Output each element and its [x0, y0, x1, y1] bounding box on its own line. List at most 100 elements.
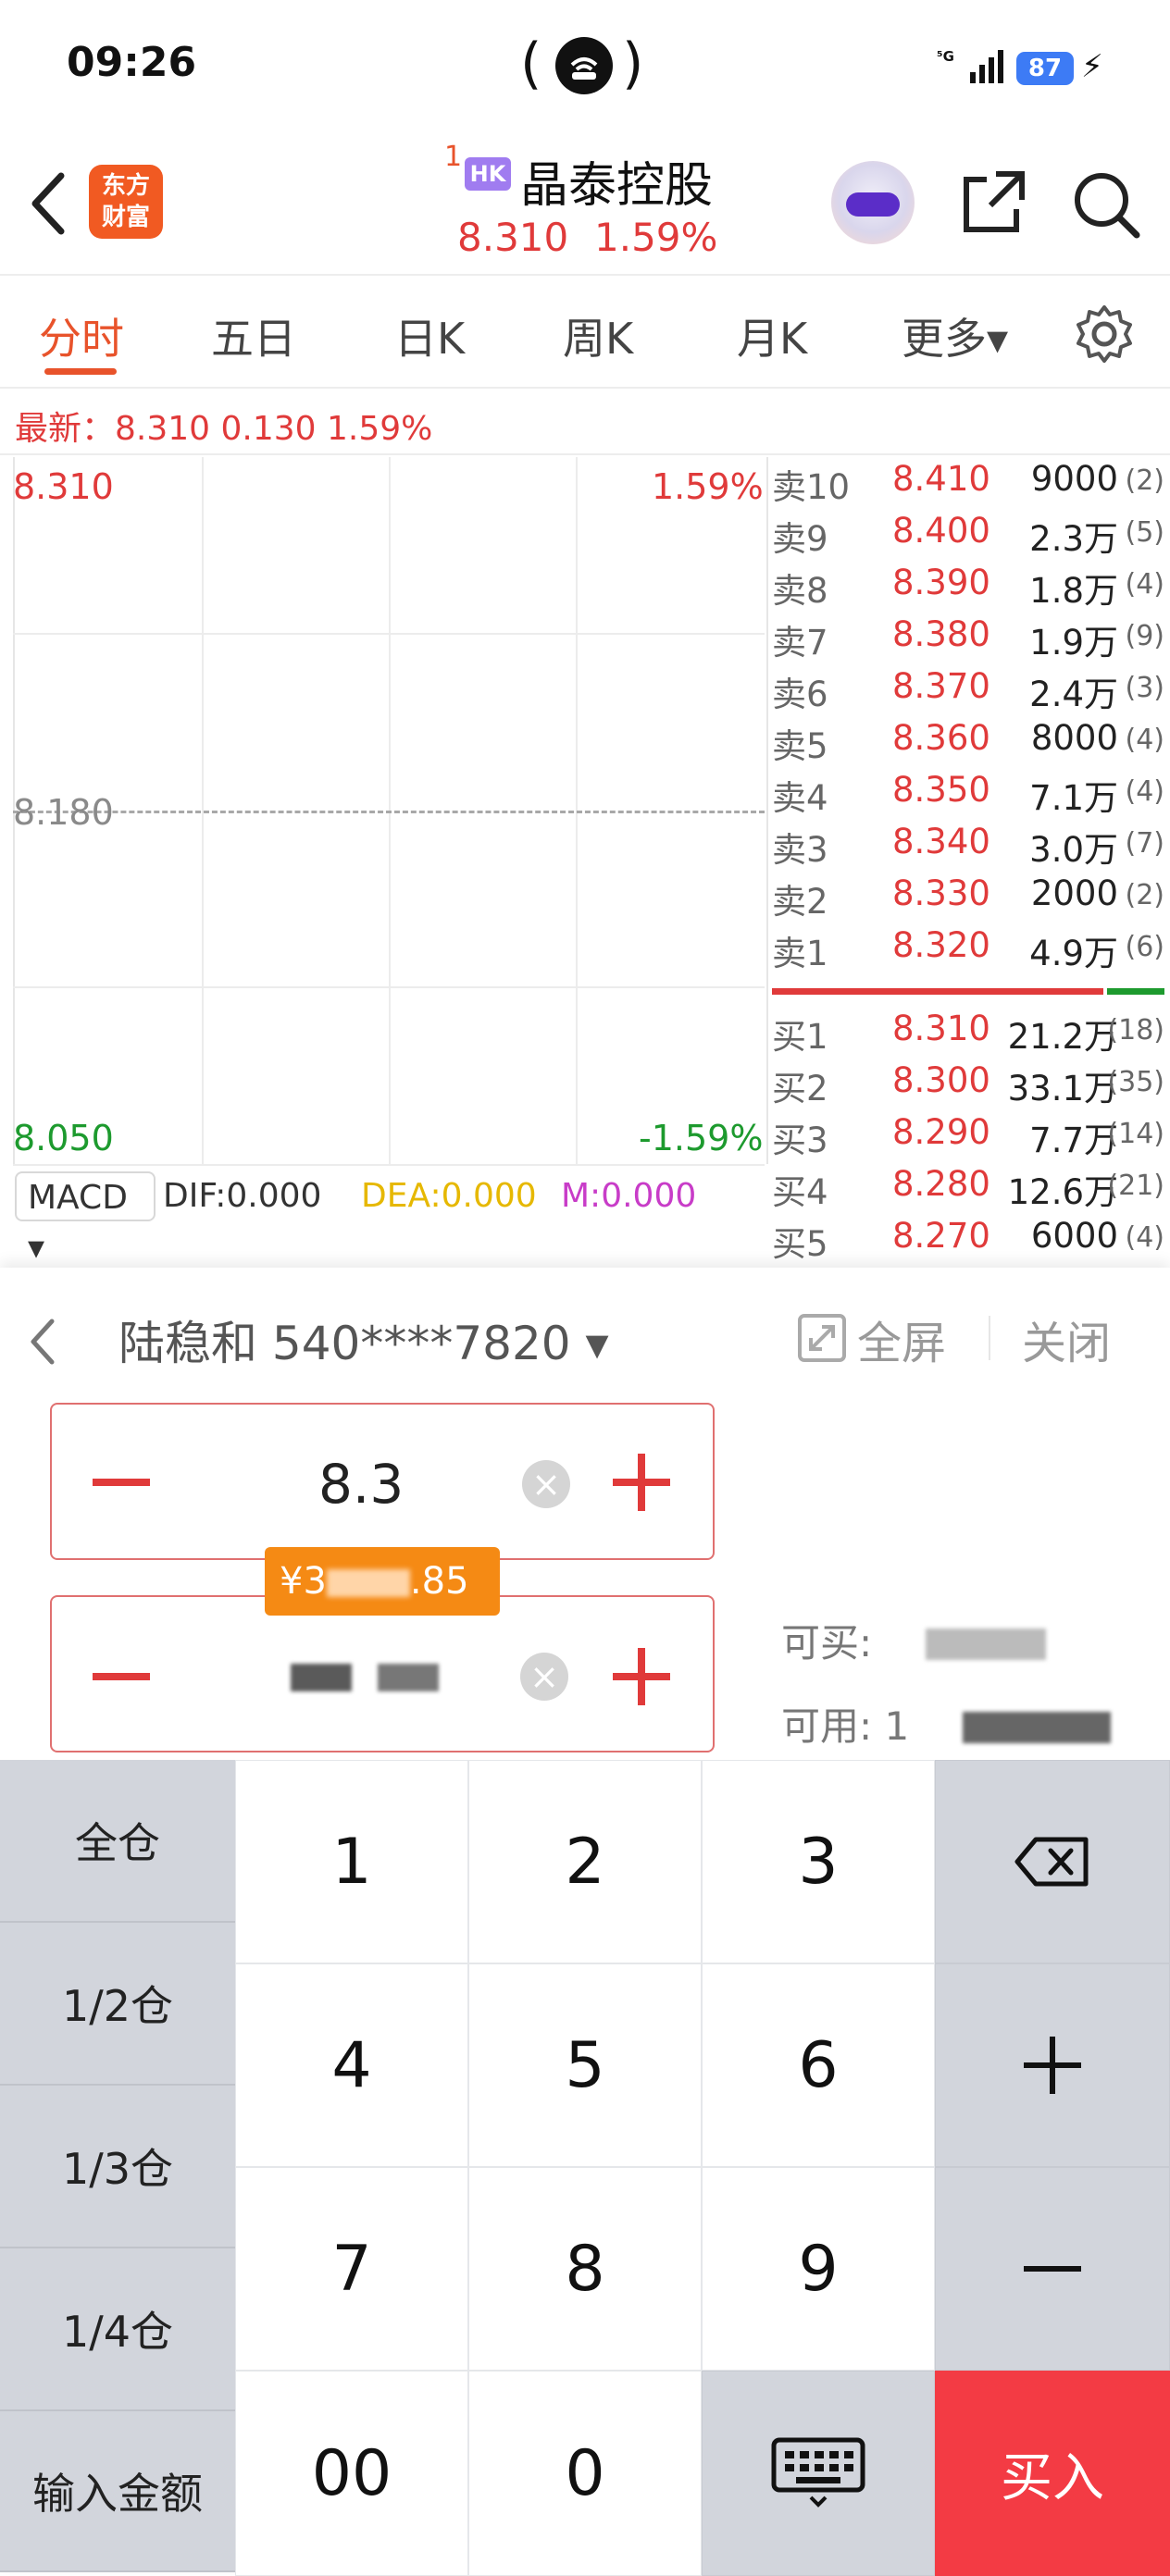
tab-more[interactable]: 更多▾: [902, 305, 1008, 366]
ask-row[interactable]: 卖5 8.360 8000 (4): [772, 718, 1170, 770]
bid-row[interactable]: 买4 8.280 12.6万 (21): [772, 1164, 1170, 1216]
enter-amount-key[interactable]: 输入金额: [0, 2411, 235, 2572]
plus-key-icon[interactable]: [935, 1963, 1170, 2167]
can-buy-label: 可买:: [781, 1620, 873, 1666]
key-6[interactable]: 6: [702, 1963, 935, 2167]
clear-price-icon[interactable]: ×: [522, 1460, 570, 1508]
chart-top-divider: [0, 453, 1170, 455]
bid-volume: 12.6万: [1007, 1172, 1118, 1212]
available-redacted: [963, 1712, 1111, 1743]
bid-row[interactable]: 买3 8.290 7.7万 (14): [772, 1112, 1170, 1164]
key-1[interactable]: 1: [235, 1760, 468, 1963]
ask-row[interactable]: 卖8 8.390 1.8万 (4): [772, 563, 1170, 614]
amount-prefix: ¥3: [280, 1560, 327, 1603]
key-3[interactable]: 3: [702, 1760, 935, 1963]
chart-gridline: [13, 986, 765, 988]
ask-row[interactable]: 卖10 8.410 9000 (2): [772, 459, 1170, 511]
available-label: 可用: 1: [781, 1703, 910, 1749]
tab-five-day[interactable]: 五日: [211, 305, 296, 366]
ask-count: (4): [1125, 724, 1165, 756]
ask-count: (4): [1125, 775, 1165, 808]
key-00[interactable]: 00: [235, 2371, 468, 2576]
ask-count: (3): [1125, 672, 1165, 704]
price-input[interactable]: 8.3: [318, 1453, 404, 1516]
app-logo: 东方 财富: [89, 165, 163, 239]
ask-label: 卖5: [772, 726, 828, 766]
keyboard-switch-icon[interactable]: [702, 2371, 935, 2576]
minus-key-icon[interactable]: [935, 2167, 1170, 2371]
chart-bottom-price: 8.050: [13, 1118, 114, 1158]
bid-count: (14): [1107, 1118, 1164, 1150]
bid-row[interactable]: 买2 8.300 33.1万 (35): [772, 1060, 1170, 1112]
key-9[interactable]: 9: [702, 2167, 935, 2371]
bid-label: 买3: [772, 1121, 828, 1160]
quarter-position-key[interactable]: 1/4仓: [0, 2248, 235, 2411]
ask-row[interactable]: 卖9 8.400 2.3万 (5): [772, 511, 1170, 563]
ask-row[interactable]: 卖3 8.340 3.0万 (7): [772, 822, 1170, 873]
fullscreen-button[interactable]: 全屏: [857, 1307, 946, 1371]
ask-price: 8.410: [892, 459, 990, 499]
panel-back-icon[interactable]: [24, 1314, 61, 1373]
chart-gridline: [13, 1164, 765, 1166]
ask-label: 卖9: [772, 519, 828, 559]
ask-label: 卖6: [772, 675, 828, 714]
account-selector[interactable]: 陆稳和 540****7820 ▾: [118, 1307, 609, 1373]
amount-redacted: [326, 1569, 410, 1597]
back-icon[interactable]: [24, 167, 70, 244]
ask-label: 卖4: [772, 778, 828, 818]
third-position-key[interactable]: 1/3仓: [0, 2086, 235, 2248]
key-8[interactable]: 8: [468, 2167, 702, 2371]
ask-row[interactable]: 卖2 8.330 2000 (2): [772, 873, 1170, 925]
search-icon[interactable]: [1070, 168, 1144, 246]
key-5[interactable]: 5: [468, 1963, 702, 2167]
quantity-decrease-icon[interactable]: [93, 1673, 150, 1680]
tab-monthly-k[interactable]: 月K: [737, 305, 807, 366]
header-change-pct: 1.59%: [594, 215, 718, 260]
bid-row[interactable]: 买5 8.270 6000 (4): [772, 1216, 1170, 1268]
gear-icon[interactable]: [1072, 302, 1137, 370]
ask-volume: 3.0万: [1029, 830, 1118, 870]
bid-volume: 7.7万: [1029, 1121, 1118, 1160]
bid-count: (4): [1125, 1221, 1165, 1254]
half-position-key[interactable]: 1/2仓: [0, 1923, 235, 2086]
share-icon[interactable]: [959, 167, 1029, 241]
tab-weekly-k[interactable]: 周K: [563, 305, 633, 366]
full-position-key[interactable]: 全仓: [0, 1760, 235, 1923]
ask-row[interactable]: 卖4 8.350 7.1万 (4): [772, 770, 1170, 822]
ask-row[interactable]: 卖6 8.370 2.4万 (3): [772, 666, 1170, 718]
quantity-redacted: [291, 1664, 352, 1691]
price-decrease-icon[interactable]: [93, 1479, 150, 1486]
key-0[interactable]: 0: [468, 2371, 702, 2576]
bid-row[interactable]: 买1 8.310 21.2万 (18): [772, 1009, 1170, 1060]
close-button[interactable]: 关闭: [1022, 1307, 1111, 1371]
tab-daily-k[interactable]: 日K: [394, 305, 465, 366]
buy-button[interactable]: 买入: [935, 2371, 1170, 2576]
ask-volume: 1.9万: [1029, 623, 1118, 663]
island-left-bracket: (: [520, 31, 542, 96]
ask-volume: 9000: [1030, 459, 1118, 499]
ask-count: (9): [1125, 620, 1165, 652]
macd-dea: DEA:0.000: [361, 1177, 537, 1215]
bid-price: 8.290: [892, 1112, 990, 1152]
ask-label: 卖1: [772, 934, 828, 973]
stock-name[interactable]: 晶泰控股: [520, 146, 713, 216]
price-increase-icon-vertical: [638, 1454, 645, 1511]
clear-quantity-icon[interactable]: ×: [520, 1653, 568, 1701]
bid-count: (35): [1107, 1066, 1164, 1098]
tab-intraday[interactable]: 分时: [39, 305, 124, 366]
logo-line-2: 财富: [101, 204, 150, 231]
ask-row[interactable]: 卖1 8.320 4.9万 (6): [772, 925, 1170, 977]
indicator-selector[interactable]: MACD ▾: [15, 1171, 156, 1267]
key-2[interactable]: 2: [468, 1760, 702, 1963]
key-7[interactable]: 7: [235, 2167, 468, 2371]
ask-row[interactable]: 卖7 8.380 1.9万 (9): [772, 614, 1170, 666]
bid-count: (18): [1107, 1014, 1164, 1046]
bid-price: 8.310: [892, 1009, 990, 1048]
ai-assistant-icon[interactable]: [831, 161, 915, 244]
backspace-icon[interactable]: [935, 1760, 1170, 1963]
key-4[interactable]: 4: [235, 1963, 468, 2167]
dynamic-island: ( ): [520, 28, 646, 105]
ask-price: 8.340: [892, 822, 990, 861]
quantity-increase-icon-vertical: [638, 1648, 645, 1705]
fullscreen-icon[interactable]: [796, 1312, 848, 1368]
